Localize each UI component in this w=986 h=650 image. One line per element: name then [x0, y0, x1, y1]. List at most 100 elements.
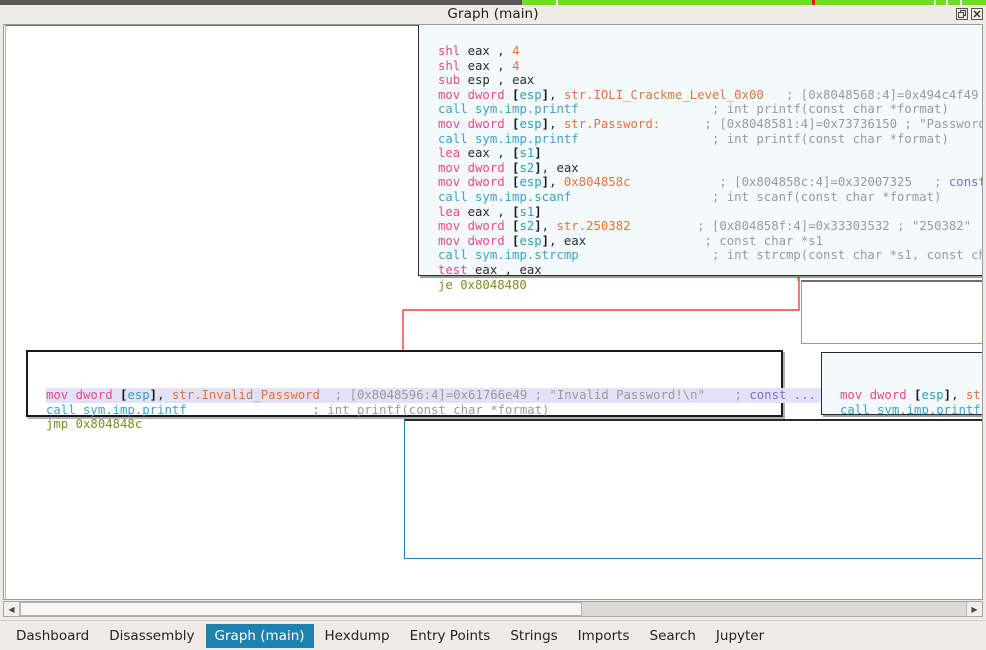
code-token: ] — [541, 233, 550, 248]
code-line[interactable]: mov dword [esp], str.Password: ; [0x8048… — [438, 116, 983, 132]
tab-imports[interactable]: Imports — [569, 624, 639, 648]
code-line[interactable]: test eax , eax — [438, 262, 982, 278]
code-line[interactable]: call sym.imp.printf — [840, 402, 982, 418]
code-line[interactable]: sub esp , eax — [438, 73, 982, 88]
code-token: sym.imp.strcmp — [475, 248, 579, 263]
code-token: ; — [586, 233, 720, 248]
code-line[interactable]: mov dword [s2], str.250382 ; [0x804858f:… — [438, 219, 983, 234]
graph-node-right-code: mov dword [esp], strcall sym.imp.printf — [840, 388, 982, 418]
scroll-right-arrow-icon[interactable]: ▶ — [966, 602, 982, 616]
code-line[interactable]: lea eax , [s1] — [438, 146, 982, 161]
code-token: str.IOLI_Crackme_Level_0x00 — [563, 87, 764, 102]
code-token: eax — [556, 160, 579, 175]
radare2-cutter-window: Graph (main) shl eax , 4 shl eax , 4 sub… — [0, 0, 986, 650]
code-token: mov dword — [438, 175, 513, 190]
tab-jupyter[interactable]: Jupyter — [707, 624, 773, 648]
scroll-left-arrow-icon[interactable]: ◀ — [4, 602, 20, 616]
code-token: esp — [519, 233, 542, 248]
code-token: test — [438, 262, 476, 277]
bottom-tab-bar: Dashboard Disassembly Graph (main) Hexdump E… — [0, 620, 986, 650]
graph-node-empty-left[interactable] — [5, 25, 420, 599]
code-token: ; int printf(const char *format) — [186, 402, 550, 417]
code-token: sym.imp.printf — [877, 402, 981, 417]
code-token: s1 — [519, 204, 535, 219]
code-token: ] — [534, 219, 542, 234]
code-line[interactable]: mov dword [esp], 0x804858c ; [0x804858c:… — [438, 175, 982, 190]
code-token: str.Password: — [563, 116, 661, 131]
graph-canvas[interactable]: shl eax , 4 shl eax , 4 sub esp , eax mov d… — [3, 24, 983, 600]
code-token: 4 — [512, 58, 520, 73]
code-line[interactable]: call sym.imp.strcmp ; int strcmp(const c… — [438, 248, 982, 263]
graph-horizontal-scrollbar[interactable]: ◀ ▶ — [3, 601, 983, 617]
code-line[interactable]: mov dword [esp], eax ; const char *s1 — [438, 233, 982, 249]
tab-search[interactable]: Search — [641, 624, 705, 648]
code-token: eax — [467, 204, 490, 219]
restore-icon[interactable] — [956, 8, 968, 20]
window-buttons — [956, 8, 983, 20]
code-token: eax — [467, 146, 490, 161]
code-token: call — [438, 189, 476, 204]
code-token: call — [840, 402, 878, 417]
code-line[interactable]: call sym.imp.printf ; int printf(const c… — [438, 102, 982, 117]
code-line[interactable]: shl eax , 4 — [438, 44, 982, 59]
code-token: s2 — [519, 219, 535, 234]
code-token: ; int printf(const char *format) — [578, 102, 949, 117]
code-token: ; int strcmp(const char *s1, const char … — [711, 248, 982, 263]
code-line[interactable]: jmp 0x804848c — [46, 417, 946, 432]
code-token: eax — [563, 233, 587, 248]
code-line[interactable]: call sym.imp.scanf ; int scanf(const cha… — [438, 189, 982, 205]
code-token: mov dword — [46, 388, 121, 402]
code-token: 4 — [512, 44, 520, 58]
code-token: const ... — [749, 388, 817, 402]
code-token: ] — [943, 388, 952, 402]
window-title: Graph (main) — [447, 6, 539, 22]
tab-hexdump[interactable]: Hexdump — [316, 624, 399, 648]
code-line[interactable]: shl eax , 4 — [438, 58, 982, 74]
code-token: , — [549, 175, 564, 190]
code-token: lea — [438, 204, 468, 219]
code-line[interactable]: mov dword [s2], eax — [438, 160, 982, 176]
graph-node-invalid-password-code: mov dword [esp], str.Invalid_Password ; … — [46, 388, 946, 432]
code-token: , — [157, 388, 172, 402]
code-token: , — [541, 219, 557, 234]
code-line[interactable]: je 0x8048480 — [438, 277, 982, 293]
scrollbar-thumb[interactable] — [20, 602, 582, 616]
code-token: , — [489, 73, 513, 88]
graph-node-main-code: shl eax , 4 shl eax , 4 sub esp , eax mov d… — [438, 44, 983, 293]
code-token: , — [549, 87, 564, 102]
code-line[interactable]: lea eax , [s1] — [438, 204, 982, 220]
code-token: eax — [467, 58, 490, 73]
code-token: ; [0x8048596:4]=0x61766e49 ; "Invalid Pa… — [319, 388, 750, 402]
tab-strings[interactable]: Strings — [501, 624, 566, 648]
code-token: mov dword — [438, 87, 513, 102]
code-token: call — [438, 102, 476, 117]
code-token: , — [489, 146, 513, 161]
code-token: , — [549, 233, 564, 248]
code-token: call — [438, 131, 476, 146]
scrollbar-track[interactable] — [20, 602, 966, 616]
code-token: str.250382 — [556, 219, 631, 234]
code-token: je 0x8048480 — [438, 277, 527, 292]
code-line[interactable]: mov dword [esp], str.IOLI_Crackme_Level_… — [438, 87, 982, 103]
code-token: ; int printf(const char *format) — [578, 131, 949, 146]
code-token: ; [0x804858f:4]=0x33303532 ; "250382" ; — [630, 219, 983, 234]
tab-graph-main[interactable]: Graph (main) — [205, 623, 314, 648]
window-titlebar: Graph (main) — [0, 5, 986, 24]
code-line[interactable]: call sym.imp.printf ; int printf(const c… — [46, 403, 946, 418]
tab-disassembly[interactable]: Disassembly — [100, 624, 203, 648]
code-token: , — [489, 44, 513, 58]
code-token: ] — [541, 116, 550, 131]
code-token: shl — [438, 58, 468, 73]
code-line[interactable]: mov dword [esp], str.Invalid_Password ; … — [46, 388, 946, 403]
code-line[interactable]: call sym.imp.printf ; int printf(const c… — [438, 131, 982, 147]
code-line[interactable]: mov dword [esp], str — [840, 388, 982, 403]
graph-node-teal-outline[interactable] — [404, 419, 982, 559]
code-token: ; [0x8048581:4]=0x73736150 ; "Password: … — [660, 116, 983, 131]
code-token: esp — [921, 388, 944, 402]
tab-entry-points[interactable]: Entry Points — [401, 624, 500, 648]
code-token: s2 — [519, 160, 535, 175]
close-icon[interactable] — [971, 8, 983, 20]
code-token: esp — [519, 87, 542, 102]
code-token: , — [489, 58, 513, 73]
tab-dashboard[interactable]: Dashboard — [7, 624, 98, 648]
